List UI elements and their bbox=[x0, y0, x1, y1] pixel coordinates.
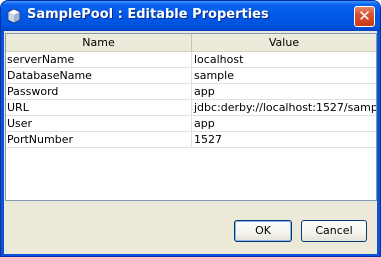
table-row[interactable]: DatabaseName sample bbox=[6, 68, 376, 84]
table-row[interactable]: PortNumber 1527 bbox=[6, 132, 376, 148]
properties-table: Name Value serverName localhost Database… bbox=[5, 33, 377, 201]
close-icon: ✕ bbox=[358, 7, 371, 25]
property-value-cell[interactable]: sample bbox=[192, 68, 376, 84]
property-value-cell[interactable]: app bbox=[192, 84, 376, 100]
property-value-cell[interactable]: jdbc:derby://localhost:1527/sample bbox=[192, 100, 376, 116]
property-name-cell: User bbox=[6, 116, 192, 132]
title-bar[interactable]: SamplePool : Editable Properties ✕ bbox=[1, 1, 380, 31]
property-name-cell: DatabaseName bbox=[6, 68, 192, 84]
property-value-cell[interactable]: localhost bbox=[192, 52, 376, 68]
dialog-content: Name Value serverName localhost Database… bbox=[4, 31, 377, 254]
column-header-name[interactable]: Name bbox=[6, 34, 192, 51]
table-row[interactable]: User app bbox=[6, 116, 376, 132]
property-value-cell[interactable]: 1527 bbox=[192, 132, 376, 148]
close-button[interactable]: ✕ bbox=[354, 6, 375, 27]
property-name-cell: serverName bbox=[6, 52, 192, 68]
cancel-button[interactable]: Cancel bbox=[301, 220, 367, 242]
database-cube-icon bbox=[7, 8, 21, 24]
property-name-cell: Password bbox=[6, 84, 192, 100]
table-row[interactable]: Password app bbox=[6, 84, 376, 100]
property-value-cell[interactable]: app bbox=[192, 116, 376, 132]
window-title: SamplePool : Editable Properties bbox=[27, 7, 269, 22]
property-name-cell: URL bbox=[6, 100, 192, 116]
dialog-window: SamplePool : Editable Properties ✕ Name … bbox=[0, 0, 381, 257]
property-name-cell: PortNumber bbox=[6, 132, 192, 148]
column-header-value[interactable]: Value bbox=[192, 34, 376, 51]
table-header: Name Value bbox=[6, 34, 376, 52]
table-row[interactable]: URL jdbc:derby://localhost:1527/sample bbox=[6, 100, 376, 116]
ok-button[interactable]: OK bbox=[234, 220, 292, 242]
table-row[interactable]: serverName localhost bbox=[6, 52, 376, 68]
